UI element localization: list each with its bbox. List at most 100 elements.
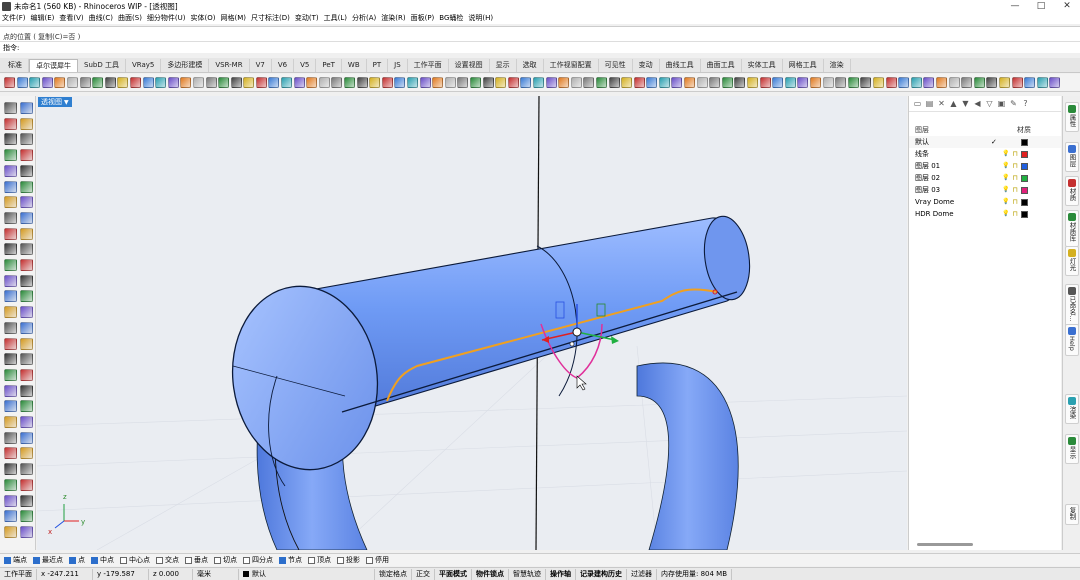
- tool-icon[interactable]: [41, 77, 53, 88]
- osnap-checkbox[interactable]: [243, 556, 250, 564]
- tool-icon[interactable]: [747, 77, 759, 88]
- palette-tool-icon[interactable]: [4, 478, 17, 491]
- tool-icon[interactable]: [92, 77, 104, 88]
- perspective-viewport[interactable]: z y x 透视图 ▼: [37, 96, 907, 550]
- tool-icon[interactable]: [910, 77, 922, 88]
- tool-icon[interactable]: [986, 77, 998, 88]
- tool-icon[interactable]: [331, 77, 343, 88]
- menu-dimension[interactable]: 尺寸标注(D): [251, 13, 290, 23]
- tool-icon[interactable]: [671, 77, 683, 88]
- tab-surface-tools[interactable]: 曲面工具: [701, 59, 742, 72]
- side-tab-copy[interactable]: 复制: [1065, 504, 1079, 525]
- palette-tool-icon[interactable]: [20, 290, 33, 303]
- tool-icon[interactable]: [444, 77, 456, 88]
- tab-standard[interactable]: 标准: [2, 59, 29, 72]
- tool-icon[interactable]: [230, 77, 242, 88]
- tab-v7[interactable]: V7: [250, 59, 272, 72]
- tab-select[interactable]: 选取: [517, 59, 544, 72]
- palette-tool-icon[interactable]: [4, 416, 17, 428]
- palette-tool-icon[interactable]: [4, 321, 17, 334]
- visibility-bulb-icon[interactable]: 💡: [1002, 174, 1010, 182]
- palette-tool-icon[interactable]: [4, 133, 17, 146]
- delete-layer-icon[interactable]: ✕: [937, 99, 946, 108]
- palette-tool-icon[interactable]: [4, 274, 17, 287]
- move-up-icon[interactable]: ▲: [949, 99, 958, 108]
- palette-tool-icon[interactable]: [4, 243, 17, 256]
- tab-subd[interactable]: SubD 工具: [78, 59, 126, 72]
- palette-tool-icon[interactable]: [20, 431, 33, 444]
- tool-icon[interactable]: [784, 77, 796, 88]
- tool-icon[interactable]: [923, 77, 935, 88]
- layer-row[interactable]: Vray Dome 💡 ⊓: [909, 196, 1061, 208]
- tab-pt[interactable]: PT: [367, 59, 389, 72]
- tool-icon[interactable]: [822, 77, 834, 88]
- palette-tool-icon[interactable]: [4, 290, 17, 303]
- tool-icon[interactable]: [407, 77, 418, 88]
- tool-icon[interactable]: [595, 77, 607, 88]
- palette-tool-icon[interactable]: [4, 306, 17, 319]
- palette-tool-icon[interactable]: [4, 211, 17, 224]
- menu-surface[interactable]: 曲面(S): [118, 13, 142, 23]
- layer-row[interactable]: HDR Dome 💡 ⊓: [909, 208, 1061, 220]
- palette-tool-icon[interactable]: [20, 337, 33, 350]
- tool-icon[interactable]: [860, 77, 872, 88]
- tool-icon[interactable]: [457, 77, 469, 88]
- lock-icon[interactable]: ⊓: [1011, 210, 1019, 218]
- palette-tool-icon[interactable]: [4, 196, 17, 209]
- tool-icon[interactable]: [684, 77, 696, 88]
- tool-icon[interactable]: [16, 77, 28, 88]
- status-cplane[interactable]: 工作平面: [0, 568, 37, 580]
- tool-icon[interactable]: [281, 77, 293, 88]
- menu-solid[interactable]: 实体(O): [191, 13, 216, 23]
- layer-color-swatch[interactable]: [1021, 186, 1028, 194]
- menu-transform[interactable]: 变动(T): [295, 13, 319, 23]
- viewport-title-tab[interactable]: 透视图 ▼: [38, 97, 72, 107]
- palette-tool-icon[interactable]: [20, 384, 33, 397]
- osnap-option[interactable]: 切点: [214, 555, 237, 565]
- tool-icon[interactable]: [180, 77, 192, 88]
- tool-icon[interactable]: [772, 77, 784, 88]
- layer-color-swatch[interactable]: [1021, 210, 1028, 218]
- tool-icon[interactable]: [205, 77, 217, 88]
- tab-visibility[interactable]: 可见性: [599, 59, 633, 72]
- menu-tools[interactable]: 工具(L): [324, 13, 347, 23]
- tool-icon[interactable]: [621, 77, 633, 88]
- palette-tool-icon[interactable]: [20, 478, 33, 491]
- tool-icon[interactable]: [1049, 77, 1061, 88]
- osnap-checkbox[interactable]: [366, 556, 373, 564]
- lock-icon[interactable]: ⊓: [1011, 186, 1019, 194]
- tool-icon[interactable]: [482, 77, 494, 88]
- tool-icon[interactable]: [469, 77, 481, 88]
- status-unit[interactable]: 毫米: [193, 568, 239, 580]
- tab-set-view[interactable]: 设置视图: [449, 59, 490, 72]
- tool-icon[interactable]: [495, 77, 507, 88]
- lock-icon[interactable]: ⊓: [1011, 162, 1019, 170]
- tool-icon[interactable]: [318, 77, 330, 88]
- palette-tool-icon[interactable]: [20, 164, 33, 177]
- palette-tool-icon[interactable]: [20, 494, 33, 507]
- tool-icon[interactable]: [268, 77, 280, 88]
- palette-tool-icon[interactable]: [20, 149, 33, 162]
- tool-icon[interactable]: [344, 77, 356, 88]
- layers-scrollbar[interactable]: [917, 543, 973, 546]
- layer-color-swatch[interactable]: [1021, 198, 1028, 206]
- menu-edit[interactable]: 编辑(E): [31, 13, 55, 23]
- tool-icon[interactable]: [797, 77, 809, 88]
- visibility-bulb-icon[interactable]: 💡: [1002, 150, 1010, 158]
- lock-icon[interactable]: ⊓: [1011, 150, 1019, 158]
- osnap-checkbox[interactable]: [308, 556, 315, 564]
- tool-icon[interactable]: [633, 77, 645, 88]
- palette-tool-icon[interactable]: [4, 180, 17, 193]
- menu-analyze[interactable]: 分析(A): [352, 13, 376, 23]
- palette-tool-icon[interactable]: [20, 306, 33, 319]
- osnap-option[interactable]: 端点: [4, 555, 27, 565]
- tab-vsr-mr[interactable]: VSR-MR: [209, 59, 250, 72]
- palette-tool-icon[interactable]: [4, 525, 17, 538]
- layer-row[interactable]: 默认 ✓: [909, 136, 1061, 148]
- tool-icon[interactable]: [117, 77, 129, 88]
- menu-help[interactable]: 说明(H): [468, 13, 493, 23]
- palette-tool-icon[interactable]: [4, 463, 17, 476]
- tool-icon[interactable]: [1011, 77, 1023, 88]
- status-toggle[interactable]: 操作轴: [546, 568, 576, 580]
- palette-tool-icon[interactable]: [20, 102, 33, 114]
